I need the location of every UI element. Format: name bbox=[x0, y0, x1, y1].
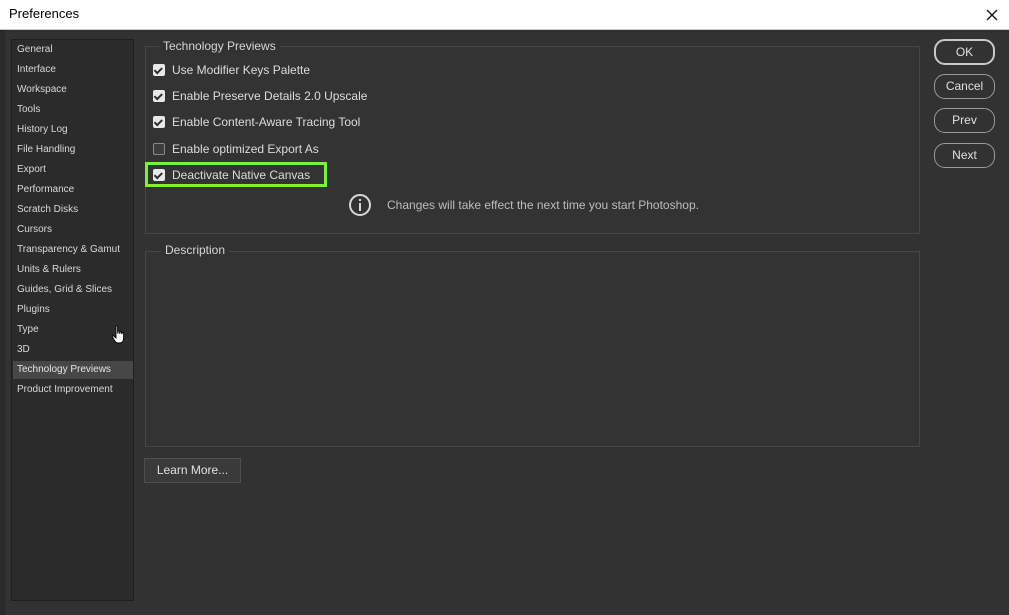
option-label: Enable optimized Export As bbox=[172, 142, 319, 156]
sidebar-item-tools[interactable]: Tools bbox=[13, 101, 133, 119]
preferences-dialog: Preferences General Interface Workspace … bbox=[0, 0, 1009, 615]
option-modifier-keys-palette[interactable]: Use Modifier Keys Palette bbox=[153, 61, 310, 79]
checkbox-preserve-details-upscale[interactable] bbox=[153, 90, 165, 102]
restart-notice-text: Changes will take effect the next time y… bbox=[387, 198, 699, 212]
option-optimized-export-as[interactable]: Enable optimized Export As bbox=[153, 140, 319, 158]
sidebar-item-general[interactable]: General bbox=[13, 41, 133, 59]
sidebar-item-transparency-gamut[interactable]: Transparency & Gamut bbox=[13, 241, 133, 259]
window-edge bbox=[0, 30, 5, 615]
preferences-sidebar: General Interface Workspace Tools Histor… bbox=[11, 39, 134, 601]
option-label: Enable Preserve Details 2.0 Upscale bbox=[172, 89, 368, 103]
sidebar-item-plugins[interactable]: Plugins bbox=[13, 301, 133, 319]
window-title: Preferences bbox=[9, 6, 80, 21]
sidebar-item-file-handling[interactable]: File Handling bbox=[13, 141, 133, 159]
sidebar-item-technology-previews[interactable]: Technology Previews bbox=[13, 361, 133, 379]
sidebar-item-history-log[interactable]: History Log bbox=[13, 121, 133, 139]
prev-button[interactable]: Prev bbox=[934, 108, 995, 133]
option-label: Enable Content-Aware Tracing Tool bbox=[172, 115, 361, 129]
close-button[interactable] bbox=[975, 0, 1009, 29]
option-content-aware-tracing[interactable]: Enable Content-Aware Tracing Tool bbox=[153, 113, 360, 131]
checkbox-content-aware-tracing[interactable] bbox=[153, 116, 165, 128]
learn-more-button[interactable]: Learn More... bbox=[144, 458, 241, 483]
info-circle-icon bbox=[349, 194, 371, 216]
description-heading: Description bbox=[161, 243, 230, 257]
sidebar-item-units-rulers[interactable]: Units & Rulers bbox=[13, 261, 133, 279]
option-preserve-details-upscale[interactable]: Enable Preserve Details 2.0 Upscale bbox=[153, 87, 367, 105]
sidebar-item-scratch-disks[interactable]: Scratch Disks bbox=[13, 201, 133, 219]
checkbox-modifier-keys-palette[interactable] bbox=[153, 64, 165, 76]
sidebar-item-product-improvement[interactable]: Product Improvement bbox=[13, 381, 133, 399]
sidebar-item-cursors[interactable]: Cursors bbox=[13, 221, 133, 239]
cancel-button[interactable]: Cancel bbox=[934, 74, 995, 99]
option-label: Use Modifier Keys Palette bbox=[172, 63, 311, 77]
sidebar-item-export[interactable]: Export bbox=[13, 161, 133, 179]
sidebar-item-performance[interactable]: Performance bbox=[13, 181, 133, 199]
next-button[interactable]: Next bbox=[934, 143, 995, 168]
technology-previews-heading: Technology Previews bbox=[159, 39, 280, 53]
sidebar-item-workspace[interactable]: Workspace bbox=[13, 81, 133, 99]
restart-notice: Changes will take effect the next time y… bbox=[349, 194, 699, 216]
close-icon bbox=[986, 9, 998, 20]
hand-cursor-icon bbox=[111, 325, 125, 344]
sidebar-item-guides-grid-slices[interactable]: Guides, Grid & Slices bbox=[13, 281, 133, 299]
highlight-box bbox=[145, 162, 327, 187]
ok-button[interactable]: OK bbox=[934, 39, 995, 65]
description-panel bbox=[145, 251, 920, 447]
checkbox-optimized-export-as[interactable] bbox=[153, 143, 165, 155]
sidebar-item-interface[interactable]: Interface bbox=[13, 61, 133, 79]
title-bar: Preferences bbox=[0, 0, 1009, 30]
